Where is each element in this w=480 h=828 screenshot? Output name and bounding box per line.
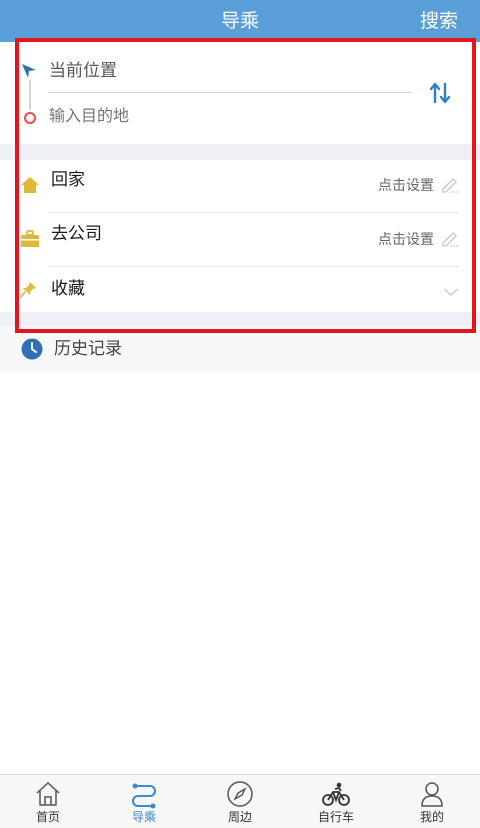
tab-bicycle[interactable]: 自行车 bbox=[288, 775, 384, 828]
tab-transit[interactable]: 导乘 bbox=[96, 775, 192, 828]
tab-profile[interactable]: 我的 bbox=[384, 775, 480, 828]
edit-pencil-icon[interactable] bbox=[440, 174, 460, 198]
swap-vertical-icon bbox=[428, 82, 452, 110]
home-outline-icon bbox=[33, 779, 63, 809]
route-divider bbox=[48, 92, 412, 93]
tab-nearby[interactable]: 周边 bbox=[192, 775, 288, 828]
tab-nearby-label: 周边 bbox=[227, 810, 252, 824]
set-home-action[interactable]: 点击设置 bbox=[378, 176, 434, 196]
history-row[interactable]: 历史记录 bbox=[0, 326, 480, 372]
origin-field[interactable]: 当前位置 bbox=[49, 57, 117, 85]
tab-home[interactable]: 首页 bbox=[0, 775, 96, 828]
favorites-item[interactable]: 收藏 bbox=[0, 267, 480, 312]
search-button[interactable]: 搜索 bbox=[420, 0, 458, 42]
top-header: 导乘 搜索 bbox=[0, 0, 480, 42]
user-icon bbox=[417, 779, 447, 809]
go-work-label: 去公司 bbox=[51, 224, 102, 244]
go-home-label: 回家 bbox=[51, 170, 85, 190]
briefcase-icon bbox=[20, 229, 40, 253]
destination-circle-icon bbox=[22, 110, 38, 130]
tab-bicycle-label: 自行车 bbox=[317, 810, 354, 824]
go-home-item[interactable]: 回家 点击设置 bbox=[0, 160, 480, 212]
bicycle-icon bbox=[321, 779, 351, 809]
compass-icon bbox=[225, 779, 255, 809]
route-connector-line bbox=[29, 80, 31, 110]
pin-icon bbox=[20, 280, 38, 302]
page-title: 导乘 bbox=[220, 10, 259, 32]
bottom-tab-bar: 首页 导乘 周边 自行车 我的 bbox=[0, 774, 480, 828]
tab-profile-label: 我的 bbox=[419, 810, 444, 824]
set-work-action[interactable]: 点击设置 bbox=[378, 230, 434, 250]
swap-route-button[interactable] bbox=[428, 80, 452, 106]
edit-pencil-icon[interactable] bbox=[440, 228, 460, 252]
chevron-down-icon[interactable] bbox=[442, 283, 460, 302]
tab-home-label: 首页 bbox=[35, 810, 60, 824]
app-screen: 导乘 搜索 当前位置 回家 点击设置 bbox=[0, 0, 480, 828]
favorites-label: 收藏 bbox=[51, 279, 85, 299]
route-icon bbox=[129, 779, 159, 809]
home-icon bbox=[20, 175, 40, 199]
history-label: 历史记录 bbox=[54, 339, 122, 359]
destination-input[interactable] bbox=[49, 102, 349, 130]
tab-transit-label: 导乘 bbox=[131, 810, 156, 824]
go-work-item[interactable]: 去公司 点击设置 bbox=[0, 213, 480, 266]
clock-icon bbox=[21, 338, 43, 364]
section-gap bbox=[0, 144, 480, 160]
section-gap bbox=[0, 312, 480, 326]
